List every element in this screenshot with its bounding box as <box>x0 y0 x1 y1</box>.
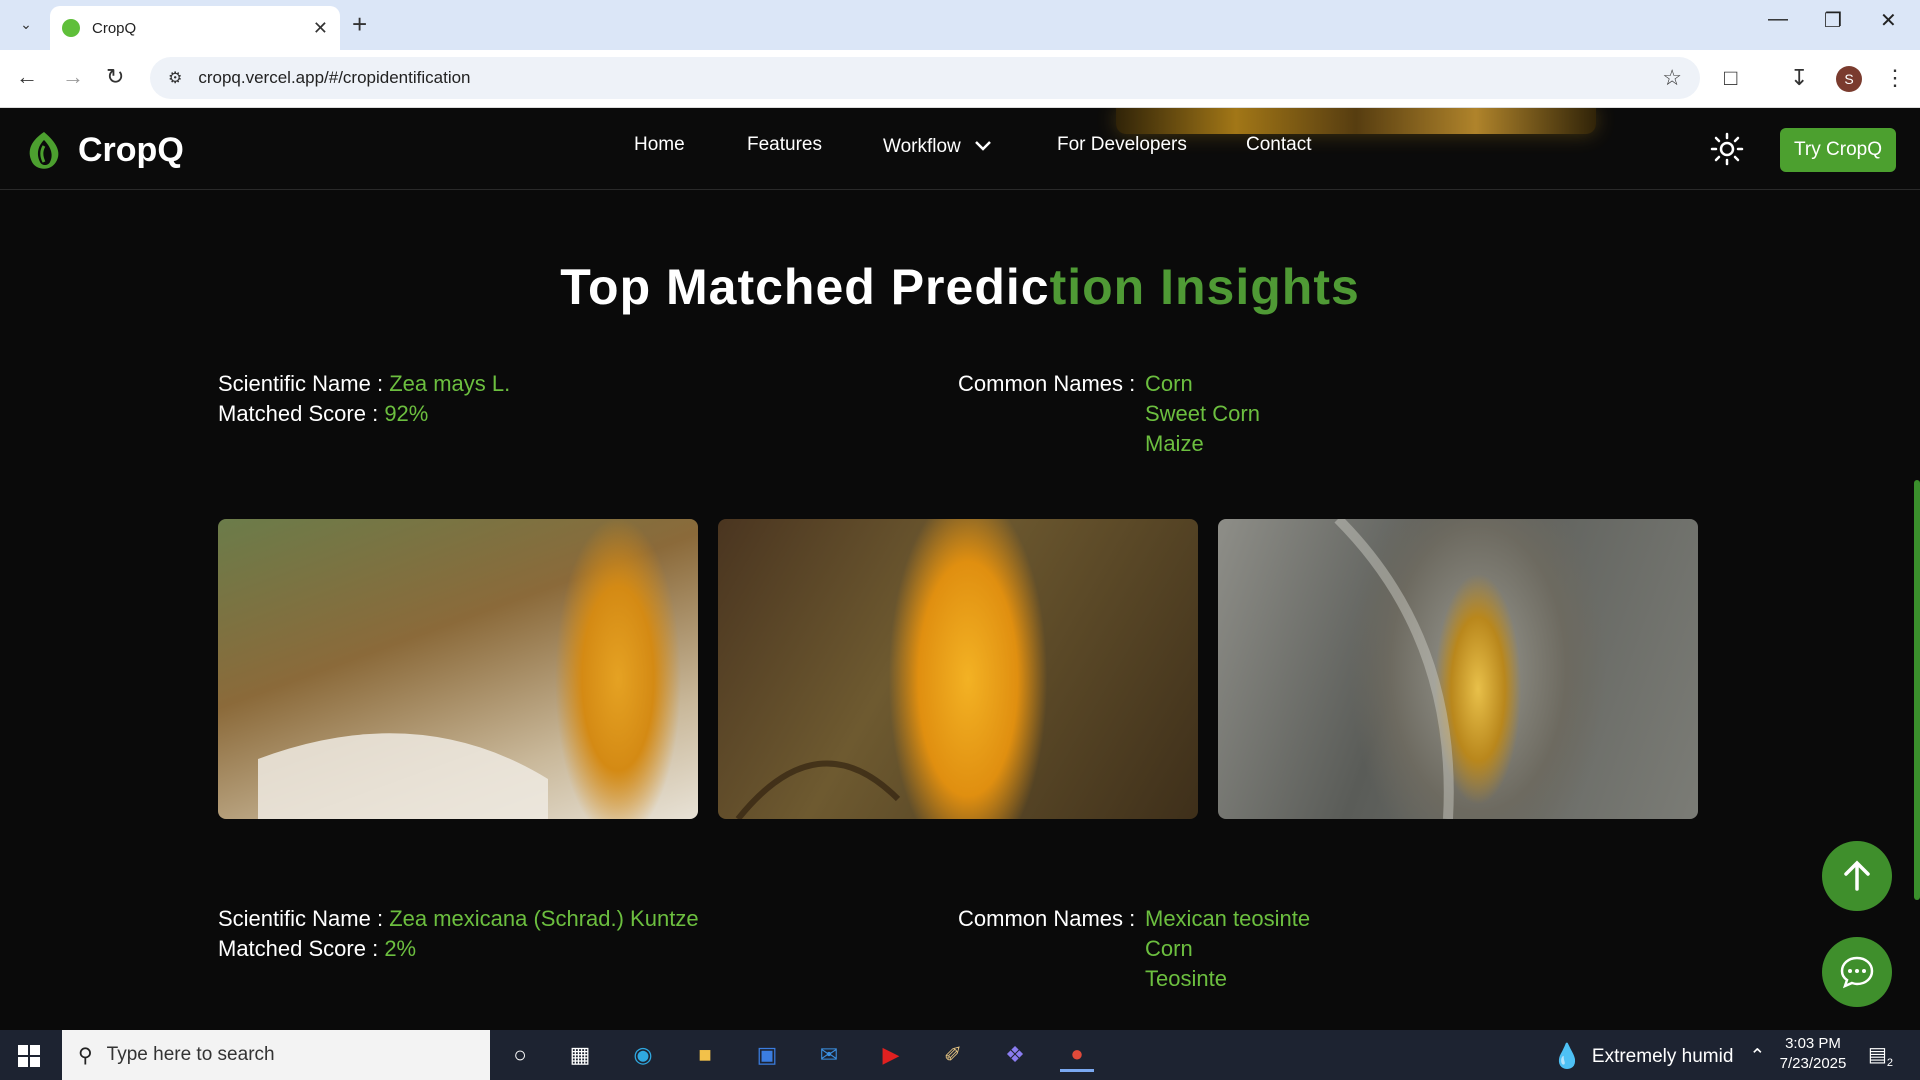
scientific-name-value: Zea mays L. <box>389 371 511 396</box>
cropq-page: CropQ Home Features Workflow For Develop… <box>0 108 1920 1030</box>
extensions-icon[interactable]: □ <box>1724 65 1737 91</box>
leaf-flame-icon <box>22 128 66 172</box>
common-name: Mexican teosinte <box>1145 906 1311 931</box>
site-header: CropQ Home Features Workflow For Develop… <box>0 108 1920 190</box>
weather-widget[interactable]: 💧 Extremely humid ⌃ <box>1552 1042 1765 1071</box>
address-bar[interactable]: ⚙ cropq.vercel.app/#/cropidentification … <box>150 57 1700 99</box>
result-2-info: Scientific Name : Zea mexicana (Schrad.)… <box>218 904 699 964</box>
scientific-name-value: Zea mexicana (Schrad.) Kuntze <box>389 906 699 931</box>
minimize-icon[interactable]: — <box>1768 8 1788 31</box>
windows-taskbar: ⚲ Type here to search ○ ▦ ◉ ■ ▣ ✉ ▶ ✐ ❖ … <box>0 1030 1920 1080</box>
chevron-up-icon[interactable]: ⌃ <box>1749 1045 1765 1068</box>
common-name: Teosinte <box>1145 966 1227 991</box>
arrow-up-icon <box>1844 860 1870 891</box>
nav-for-developers[interactable]: For Developers <box>1057 134 1187 156</box>
scientific-name-label: Scientific Name : <box>218 906 384 931</box>
nav-contact[interactable]: Contact <box>1246 134 1311 156</box>
title-white-part: Top Matched Predic <box>560 259 1050 315</box>
corn-image-1 <box>218 519 698 819</box>
tab-title: CropQ <box>92 19 137 37</box>
brand-name: CropQ <box>78 130 184 169</box>
mail-icon[interactable]: ✉ <box>812 1038 846 1072</box>
chrome-icon[interactable]: ● <box>1060 1038 1094 1072</box>
clock-time: 3:03 PM <box>1785 1035 1841 1052</box>
nav-home[interactable]: Home <box>634 134 685 156</box>
page-title: Top Matched Prediction Insights <box>0 258 1920 316</box>
common-name: Maize <box>1145 431 1204 456</box>
corn-image-2 <box>718 519 1198 819</box>
search-placeholder: Type here to search <box>106 1044 275 1065</box>
profile-avatar[interactable]: S <box>1836 66 1862 92</box>
notification-count: 2 <box>1886 1057 1894 1069</box>
chat-button[interactable] <box>1822 937 1892 1007</box>
common-name: Sweet Corn <box>1145 401 1260 426</box>
url-text[interactable]: cropq.vercel.app/#/cropidentification <box>198 68 470 88</box>
youtube-icon[interactable]: ▶ <box>874 1038 908 1072</box>
result-1-common-names: Common Names : <box>958 369 1135 399</box>
matched-score-label: Matched Score : <box>218 936 379 961</box>
common-names-label: Common Names : <box>958 906 1136 931</box>
nav-workflow-label: Workflow <box>883 136 961 157</box>
common-names-label: Common Names : <box>958 371 1136 396</box>
corn-image-3 <box>1218 519 1698 819</box>
sun-theme-toggle-icon[interactable] <box>1710 132 1744 166</box>
menu-kebab-icon[interactable]: ⋮ <box>1884 65 1906 91</box>
back-icon[interactable]: ← <box>16 64 38 90</box>
task-view-icon[interactable]: ▦ <box>563 1038 597 1072</box>
address-toolbar: ← → ↻ ⚙ cropq.vercel.app/#/cropidentific… <box>0 50 1920 108</box>
result-1-info: Scientific Name : Zea mays L. Matched Sc… <box>218 369 510 429</box>
common-name: Corn <box>1145 936 1193 961</box>
store-icon[interactable]: ▣ <box>750 1038 784 1072</box>
result-2-common-names: Common Names : <box>958 904 1135 934</box>
reload-icon[interactable]: ↻ <box>106 64 124 90</box>
download-icon[interactable]: ↧ <box>1790 65 1808 91</box>
nav-features[interactable]: Features <box>747 134 822 156</box>
site-info-icon[interactable]: ⚙ <box>168 68 182 88</box>
cropq-favicon-icon <box>62 19 80 37</box>
taskbar-search-input[interactable]: ⚲ Type here to search <box>62 1030 490 1080</box>
nav-workflow[interactable]: Workflow <box>883 136 992 158</box>
bookmark-star-icon[interactable]: ☆ <box>1662 65 1682 91</box>
notification-center-icon[interactable]: ▤2 <box>1868 1042 1893 1069</box>
try-cropq-button[interactable]: Try CropQ <box>1780 128 1896 172</box>
tab-search-dropdown-icon[interactable]: ⌄ <box>12 10 40 38</box>
browser-tab[interactable]: CropQ ✕ <box>50 6 340 50</box>
weather-text: Extremely humid <box>1591 1045 1734 1067</box>
chevron-down-icon <box>975 141 991 151</box>
file-explorer-icon[interactable]: ■ <box>688 1038 722 1072</box>
paint-icon[interactable]: ✐ <box>936 1038 970 1072</box>
brand-logo[interactable]: CropQ <box>22 128 184 172</box>
close-tab-icon[interactable]: ✕ <box>313 18 328 39</box>
close-window-icon[interactable]: ✕ <box>1880 8 1897 33</box>
windows-start-icon[interactable] <box>18 1045 40 1067</box>
page-scrollbar[interactable] <box>1914 480 1920 900</box>
title-green-part: tion Insights <box>1049 259 1360 315</box>
edge-icon[interactable]: ◉ <box>626 1038 660 1072</box>
copilot-icon[interactable]: ❖ <box>998 1038 1032 1072</box>
browser-tab-bar: ⌄ CropQ ✕ + — ❐ ✕ <box>0 0 1920 50</box>
matched-score-value: 92% <box>384 401 429 426</box>
header-banner-image <box>1116 108 1596 134</box>
forward-icon[interactable]: → <box>62 64 84 90</box>
result-1-names-list: Corn Sweet Corn Maize <box>1145 369 1260 459</box>
scroll-to-top-button[interactable] <box>1822 841 1892 911</box>
chat-bubble-icon <box>1840 956 1874 989</box>
system-clock[interactable]: 3:03 PM 7/23/2025 <box>1768 1034 1858 1074</box>
restore-icon[interactable]: ❐ <box>1824 8 1842 33</box>
search-icon: ⚲ <box>78 1044 93 1067</box>
matched-score-label: Matched Score : <box>218 401 379 426</box>
scientific-name-label: Scientific Name : <box>218 371 384 396</box>
result-2-names-list: Mexican teosinte Corn Teosinte <box>1145 904 1310 994</box>
common-name: Corn <box>1145 371 1193 396</box>
clock-date: 7/23/2025 <box>1779 1055 1847 1072</box>
new-tab-icon[interactable]: + <box>352 10 367 38</box>
matched-score-value: 2% <box>384 936 417 961</box>
cortana-icon[interactable]: ○ <box>503 1038 537 1072</box>
water-drop-icon: 💧 <box>1552 1043 1582 1070</box>
